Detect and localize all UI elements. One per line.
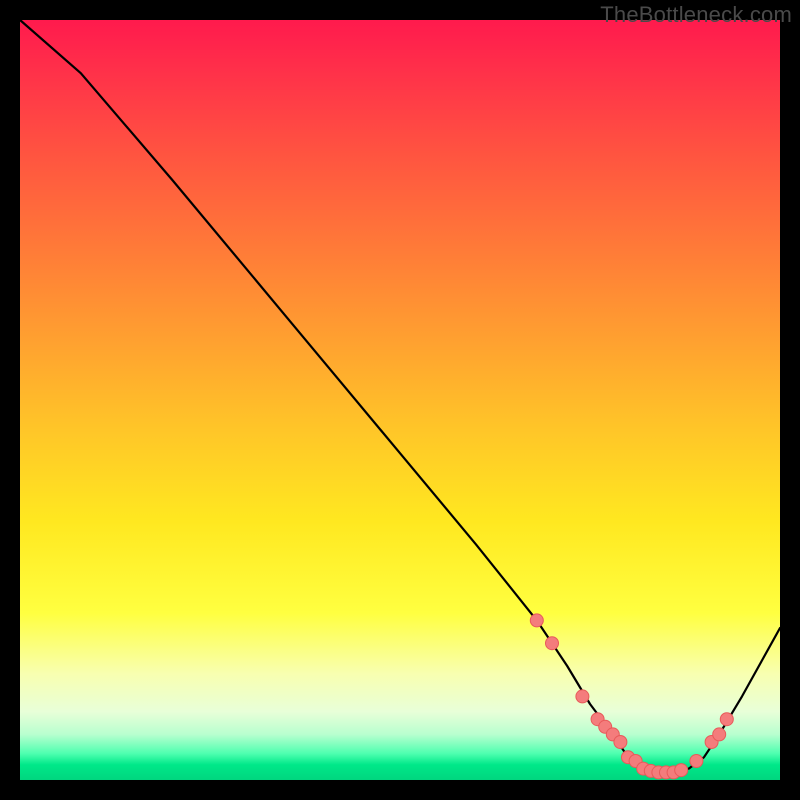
marker-dot <box>614 736 627 749</box>
chart-svg <box>20 20 780 780</box>
marker-dot <box>690 755 703 768</box>
marker-dot <box>713 728 726 741</box>
marker-dot <box>530 614 543 627</box>
marker-dot <box>720 713 733 726</box>
marker-group <box>530 614 733 779</box>
marker-dot <box>576 690 589 703</box>
bottleneck-curve <box>20 20 780 772</box>
marker-dot <box>546 637 559 650</box>
plot-area <box>20 20 780 780</box>
chart-stage: TheBottleneck.com <box>0 0 800 800</box>
marker-dot <box>675 764 688 777</box>
